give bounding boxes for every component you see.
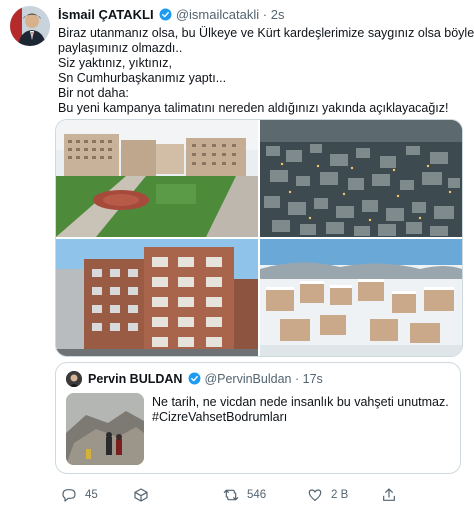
upload-share-icon (383, 488, 395, 501)
retweet-button[interactable]: 546 (223, 487, 266, 503)
quoted-text-line: Ne tarih, ne vicdan nede insanlık bu vah… (152, 395, 449, 409)
reply-icon (62, 489, 76, 502)
author-name[interactable]: İsmail ÇATAKLI (58, 7, 154, 22)
tweet-text-line: Bu yeni kampanya talimatını nereden aldı… (58, 101, 449, 115)
tweet-text-line: Sn Cumhurbaşkanımız yaptı... (58, 71, 227, 85)
tweet-text-line: paylaşımınız olmazdı.. (58, 41, 183, 55)
retweet-icon (223, 489, 239, 501)
quoted-text: Ne tarih, ne vicdan nede insanlık bu vah… (152, 395, 449, 425)
tweet-time[interactable]: 2s (271, 7, 285, 22)
verified-badge-icon (159, 8, 172, 24)
quoted-time: 17s (302, 372, 323, 386)
share-dm-icon (134, 488, 148, 502)
verified-badge-icon (188, 372, 201, 388)
media-photo-brick-apartments[interactable] (56, 239, 258, 356)
quoted-author-handle: @PervinBuldan (204, 372, 292, 386)
share-button[interactable] (381, 487, 405, 503)
quoted-media-thumbnail[interactable] (66, 393, 144, 465)
media-photo-snowy-housing[interactable] (260, 239, 462, 356)
reply-button[interactable]: 45 (61, 487, 98, 503)
author-handle[interactable]: @ismailcatakli (176, 7, 259, 22)
heart-icon (308, 489, 322, 501)
tweet-text-line: Siz yaktınız, yıktınız, (58, 56, 172, 70)
like-count: 2 B (331, 489, 349, 501)
author-avatar[interactable] (10, 6, 50, 46)
media-photo-housing-complex[interactable] (56, 120, 258, 237)
reply-count: 45 (85, 489, 98, 501)
like-button[interactable]: 2 B (307, 487, 348, 503)
tweet-actions: 45 546 2 B (55, 487, 461, 507)
separator-dot: · (294, 372, 300, 386)
share-dm-button[interactable] (133, 487, 157, 503)
quoted-header: Pervin BULDAN @PervinBuldan · 17s (88, 372, 323, 388)
tweet-text: Biraz utanmanız olsa, bu Ülkeye ve Kürt … (58, 26, 474, 116)
media-grid (55, 119, 463, 357)
tweet-text-line: Biraz utanmanız olsa, bu Ülkeye ve Kürt … (58, 26, 474, 40)
media-photo-city-aerial[interactable] (260, 120, 462, 237)
tweet[interactable]: İsmail ÇATAKLI @ismailcatakli · 2s Biraz… (0, 0, 474, 514)
separator-dot: · (262, 7, 268, 22)
tweet-text-line: Bir not daha: (58, 86, 129, 100)
retweet-count: 546 (247, 489, 267, 501)
quoted-author-name: Pervin BULDAN (88, 372, 183, 386)
quoted-tweet[interactable]: Pervin BULDAN @PervinBuldan · 17s Ne tar… (55, 362, 461, 474)
quoted-author-avatar[interactable] (66, 371, 82, 387)
quoted-hashtag-link[interactable]: #CizreVahsetBodrumları (152, 410, 449, 425)
tweet-header: İsmail ÇATAKLI @ismailcatakli · 2s (58, 7, 284, 24)
